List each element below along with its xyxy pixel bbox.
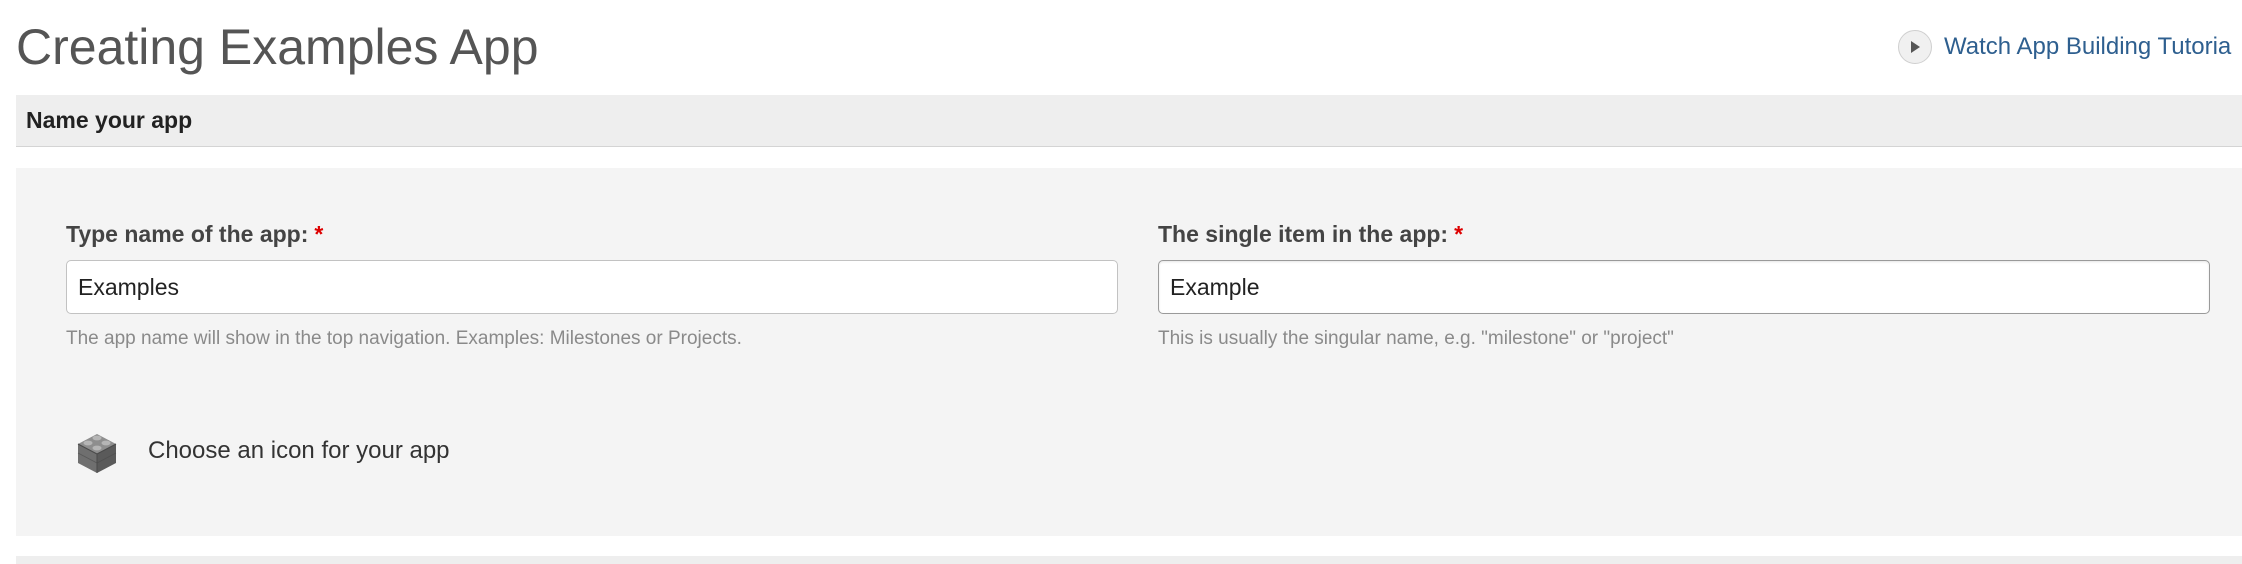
lego-brick-icon <box>77 434 117 473</box>
choose-icon-button[interactable]: Choose an icon for your app <box>72 426 450 476</box>
next-section-header <box>16 556 2242 564</box>
item-name-label-text: The single item in the app: <box>1158 221 1449 247</box>
app-name-input[interactable] <box>66 260 1118 314</box>
app-name-hint: The app name will show in the top naviga… <box>66 328 742 349</box>
section-header: Name your app <box>16 95 2242 147</box>
app-builder-page: Creating Examples App Watch App Building… <box>0 0 2242 564</box>
app-name-form: Type name of the app:* The app name will… <box>16 168 2242 536</box>
required-marker: * <box>1454 221 1464 247</box>
section-title: Name your app <box>26 107 193 133</box>
item-name-hint: This is usually the singular name, e.g. … <box>1158 328 1674 349</box>
item-name-label: The single item in the app: * <box>1158 221 1463 248</box>
page-title: Creating Examples App <box>16 19 539 75</box>
choose-icon-label[interactable]: Choose an icon for your app <box>148 437 450 465</box>
app-name-label-text: Type name of the app: <box>66 221 309 247</box>
play-icon <box>1898 30 1932 64</box>
watch-tutorial-link[interactable]: Watch App Building Tutoria <box>1898 30 2231 64</box>
watch-tutorial-label[interactable]: Watch App Building Tutoria <box>1944 33 2231 61</box>
app-name-label: Type name of the app: * <box>66 221 323 248</box>
item-name-input[interactable] <box>1158 260 2210 314</box>
required-marker: * <box>314 221 324 247</box>
